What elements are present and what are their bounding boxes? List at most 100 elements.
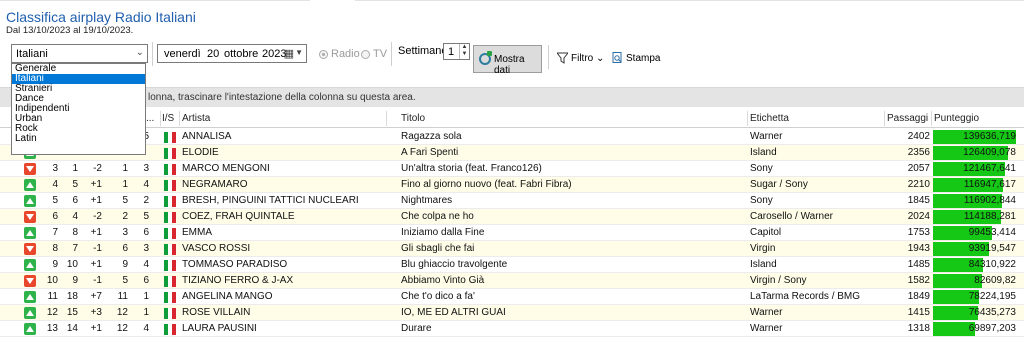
cell-weeks: 2 — [122, 211, 128, 222]
table-row[interactable]: 12 15 +3 12 1 ROSE VILLAIN IO, ME ED ALTRI GUA… — [0, 305, 1024, 321]
cell-plays: 1318 — [907, 323, 930, 334]
cell-label: Warner — [750, 323, 783, 334]
cell-label: Warner — [750, 131, 783, 142]
cell-label: Virgin / Sony — [750, 275, 807, 286]
cell-variation: +1 — [90, 179, 102, 190]
cell-label: Sugar / Sony — [750, 179, 808, 190]
print-icon[interactable] — [612, 52, 623, 64]
cell-peak: 4 — [143, 259, 149, 270]
tv-label: TV — [373, 48, 388, 60]
column-header-label[interactable]: Etichetta — [750, 113, 789, 124]
cell-position: 4 — [52, 179, 58, 190]
weeks-stepper[interactable]: 1 ▲ ▼ — [443, 43, 470, 60]
calendar-icon[interactable]: ▦ — [284, 47, 294, 60]
cell-position: 10 — [46, 275, 58, 286]
weeks-label: Settimane — [398, 45, 448, 57]
column-header-artist[interactable]: Artista — [182, 113, 210, 124]
cell-label: Carosello / Warner — [750, 211, 833, 222]
column-header-weeks[interactable]: ... — [146, 113, 154, 124]
cell-score: 69897,203 — [968, 323, 1016, 334]
cell-title: A Fari Spenti — [401, 147, 459, 158]
italy-flag-icon — [164, 164, 176, 175]
italy-flag-icon — [164, 196, 176, 207]
refresh-data-icon — [479, 51, 492, 65]
cell-weeks: 5 — [122, 195, 128, 206]
column-header-score[interactable]: Punteggio — [934, 113, 979, 124]
trend-up-icon — [24, 259, 36, 271]
table-row[interactable]: 8 7 -1 6 3 VASCO ROSSI Gli sbagli che fai Virgi… — [0, 241, 1024, 257]
cell-score: 116947,617 — [963, 179, 1016, 190]
italy-flag-icon — [164, 292, 176, 303]
cell-plays: 1943 — [907, 243, 930, 254]
cell-previous: 6 — [72, 195, 78, 206]
print-button[interactable]: Stampa — [626, 53, 660, 64]
cell-position: 8 — [52, 243, 58, 254]
cell-position: 9 — [52, 259, 58, 270]
table-row[interactable]: 5 6 +1 5 2 BRESH, PINGUINI TATTICI NUCLEARI Ni… — [0, 193, 1024, 209]
trend-up-icon — [24, 323, 36, 335]
trend-up-icon — [24, 195, 36, 207]
cell-score: 116902,844 — [963, 195, 1016, 206]
column-header-title[interactable]: Titolo — [401, 113, 425, 124]
italy-flag-icon — [164, 276, 176, 287]
trend-up-icon — [24, 179, 36, 191]
cell-previous: 1 — [72, 163, 78, 174]
group-by-area[interactable]: lonna, trascinare l'intestazione della c… — [0, 87, 1024, 107]
table-row[interactable]: 6 4 -2 2 5 COEZ, FRAH QUINTALE Che colpa ne ho… — [0, 209, 1024, 225]
trend-down-icon — [24, 211, 36, 223]
category-option[interactable]: Latin — [12, 134, 145, 144]
filter-icon[interactable] — [557, 52, 568, 64]
cell-variation: +7 — [90, 291, 102, 302]
top-strip — [0, 0, 1024, 5]
cell-title: Iniziamo dalla Fine — [401, 227, 485, 238]
show-data-button[interactable]: Mostra dati — [473, 45, 542, 76]
stepper-arrows-icon[interactable]: ▲ ▼ — [459, 44, 469, 59]
cell-previous: 15 — [66, 307, 78, 318]
cell-label: Warner — [750, 307, 783, 318]
trend-down-icon — [24, 163, 36, 175]
cell-title: IO, ME ED ALTRI GUAI — [401, 307, 506, 318]
column-header-plays[interactable]: Passaggi — [887, 113, 928, 124]
date-picker[interactable]: venerdì 20 ottobre 2023 ▦ ▼ — [157, 44, 307, 63]
cell-weeks: 12 — [116, 307, 128, 318]
table-row[interactable]: 13 14 +1 12 4 LAURA PAUSINI Durare Warner 1318 69… — [0, 321, 1024, 337]
cell-score: 93919,547 — [968, 243, 1016, 254]
table-row[interactable]: ELODIE A Fari Spenti Island 2356 126409,078 — [0, 145, 1024, 161]
table-row[interactable]: 7 8 +1 3 6 EMMA Iniziamo dalla Fine Capitol 1753… — [0, 225, 1024, 241]
toolbar-separator — [548, 45, 549, 69]
table-row[interactable]: 5 ANNALISA Ragazza sola Warner 2402 139636,71… — [0, 129, 1024, 145]
cell-weeks: 6 — [122, 243, 128, 254]
cell-score: 121467,641 — [963, 163, 1016, 174]
cell-artist: VASCO ROSSI — [182, 243, 251, 254]
italy-flag-icon — [164, 132, 176, 143]
dropdown-arrow-icon[interactable]: ▼ — [295, 48, 303, 57]
cell-artist: TIZIANO FERRO & J-AX — [182, 275, 294, 286]
cell-artist: ELODIE — [182, 147, 219, 158]
table-row[interactable]: 11 18 +7 11 1 ANGELINA MANGO Che t'o dico a fa… — [0, 289, 1024, 305]
cell-score: 76435,273 — [968, 307, 1016, 318]
filter-button[interactable]: Filtro ⌄ — [571, 53, 604, 64]
table-row[interactable]: 10 9 -1 5 6 TIZIANO FERRO & J-AX Abbiamo Vinto… — [0, 273, 1024, 289]
cell-artist: TOMMASO PARADISO — [182, 259, 288, 270]
table-row[interactable]: 9 10 +1 9 4 TOMMASO PARADISO Blu ghiaccio trav… — [0, 257, 1024, 273]
radio-option-tv[interactable] — [361, 50, 370, 59]
table-row[interactable]: 3 1 -2 1 3 MARCO MENGONI Un'altra storia (feat… — [0, 161, 1024, 177]
category-select[interactable]: Italiani ⌄ — [11, 44, 148, 63]
table-row[interactable]: 4 5 +1 1 4 NEGRAMARO Fino al giorno nuovo (fea… — [0, 177, 1024, 193]
cell-title: Abbiamo Vinto Già — [401, 275, 485, 286]
cell-artist: COEZ, FRAH QUINTALE — [182, 211, 295, 222]
cell-score: 126409,078 — [963, 147, 1016, 158]
column-header-is[interactable]: I/S — [162, 113, 174, 124]
cell-previous: 5 — [72, 179, 78, 190]
cell-title: Durare — [401, 323, 432, 334]
cell-weeks: 9 — [122, 259, 128, 270]
cell-variation: +1 — [90, 323, 102, 334]
cell-plays: 2356 — [907, 147, 930, 158]
radio-option-radio[interactable] — [319, 50, 328, 59]
category-select-value: Italiani — [16, 48, 48, 60]
cell-artist: LAURA PAUSINI — [182, 323, 257, 334]
italy-flag-icon — [164, 308, 176, 319]
italy-flag-icon — [164, 148, 176, 159]
cell-plays: 2402 — [907, 131, 930, 142]
category-dropdown-list[interactable]: Generale Italiani Stranieri Dance Indipe… — [11, 63, 146, 155]
